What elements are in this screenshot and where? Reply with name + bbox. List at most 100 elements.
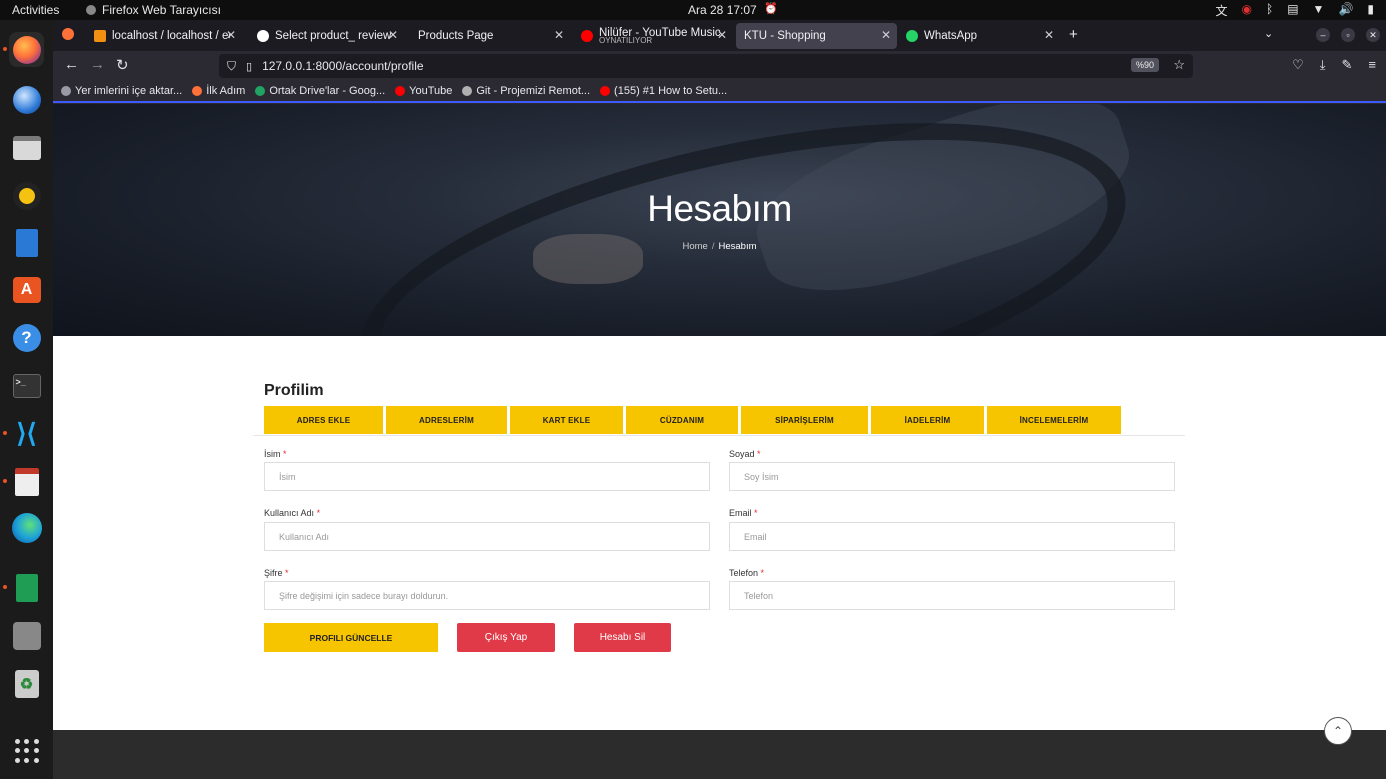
volume-icon[interactable]: 🔊: [1338, 2, 1353, 19]
vscode-icon[interactable]: ⟩⟨: [9, 416, 44, 451]
help-icon[interactable]: ?: [9, 320, 44, 355]
bookmark-git[interactable]: Git - Projemizi Remot...: [462, 85, 590, 97]
phpmyadmin-favicon: [94, 30, 106, 42]
list-tabs-icon[interactable]: ⌄: [1264, 27, 1273, 40]
forward-arrow-icon[interactable]: →: [90, 56, 105, 73]
extension-icon[interactable]: ✎: [1342, 57, 1353, 73]
bookmark-google-drive[interactable]: Ortak Drive'lar - Goog...: [255, 85, 385, 97]
ubuntu-dock: A ? >_ ⟩⟨ ♻: [0, 20, 53, 779]
bookmark-youtube[interactable]: YouTube: [395, 85, 452, 97]
calc-icon[interactable]: [9, 570, 44, 605]
page-icon[interactable]: ▯: [246, 60, 252, 73]
bookmark-import[interactable]: Yer imlerini içe aktar...: [61, 85, 182, 97]
back-arrow-icon[interactable]: ←: [64, 56, 79, 73]
bookmark-label: Git - Projemizi Remot...: [476, 85, 591, 97]
password-input[interactable]: Şifre değişimi için sadece burayı doldur…: [264, 581, 710, 610]
close-tab-icon[interactable]: ✕: [1044, 28, 1054, 42]
reload-icon[interactable]: ↻: [116, 56, 129, 74]
tab-bar: localhost / localhost / ecc ✕ Select pro…: [53, 20, 1386, 51]
required-mark: *: [757, 449, 761, 459]
bluetooth-icon[interactable]: ᛒ: [1266, 2, 1273, 19]
tab-kart-ekle[interactable]: KART EKLE: [510, 406, 623, 434]
rhythmbox-icon[interactable]: [9, 178, 44, 213]
required-mark: *: [316, 508, 321, 518]
battery-icon[interactable]: ▮: [1367, 2, 1374, 19]
thunderbird-icon[interactable]: [9, 82, 44, 117]
close-tab-icon[interactable]: ✕: [388, 28, 398, 42]
first-name-input[interactable]: İsim: [264, 462, 710, 491]
breadcrumb-home-link[interactable]: Home: [683, 241, 708, 252]
activities-button[interactable]: Activities: [12, 3, 59, 17]
firefox-icon[interactable]: [9, 32, 44, 67]
clock[interactable]: Ara 28 17:07: [688, 3, 757, 17]
google-drive-favicon: [255, 86, 266, 96]
app-indicator-icon[interactable]: ◉: [1242, 2, 1252, 19]
firefox-view-icon[interactable]: [62, 28, 74, 40]
first-name-label: İsim *: [264, 449, 287, 459]
system-tray[interactable]: 文 ◉ ᛒ ▤ ▼ 🔊 ▮: [1216, 2, 1375, 19]
last-name-input[interactable]: Soy İsim: [729, 462, 1175, 491]
delete-account-button[interactable]: Hesabı Sil: [574, 623, 671, 652]
files-icon[interactable]: [9, 130, 44, 165]
zoom-level-badge[interactable]: %90: [1130, 58, 1159, 72]
bookmarks-toolbar: Yer imlerini içe aktar... İlk Adım Ortak…: [53, 81, 1386, 103]
system-top-bar: Activities Firefox Web Tarayıcısı Ara 28…: [0, 0, 1386, 20]
downloads-icon[interactable]: ⤓: [1320, 57, 1326, 73]
close-tab-icon[interactable]: ✕: [554, 28, 564, 42]
bookmark-star-icon[interactable]: ☆: [1173, 57, 1185, 73]
username-label: Kullanıcı Adı *: [264, 508, 320, 518]
active-app-indicator[interactable]: Firefox Web Tarayıcısı: [86, 3, 221, 17]
url-text[interactable]: 127.0.0.1:8000/account/profile: [262, 59, 423, 73]
phone-input[interactable]: Telefon: [729, 581, 1175, 610]
close-window-icon[interactable]: ✕: [1366, 28, 1380, 42]
close-tab-icon[interactable]: ✕: [226, 28, 236, 42]
username-input[interactable]: Kullanıcı Adı: [264, 522, 710, 551]
required-mark: *: [285, 568, 289, 578]
shield-icon[interactable]: ⛉: [227, 59, 236, 74]
update-profile-button[interactable]: PROFILI GÜNCELLE: [264, 623, 438, 652]
tab-phpmyadmin[interactable]: localhost / localhost / ecc ✕: [86, 23, 242, 49]
bookmark-youtube-video[interactable]: (155) #1 How to Setu...: [600, 85, 727, 97]
url-bar[interactable]: ⛉ ▯ 127.0.0.1:8000/account/profile %90 ☆: [219, 54, 1193, 78]
tab-products-page[interactable]: Products Page ✕: [410, 23, 570, 49]
tab-whatsapp[interactable]: WhatsApp ✕: [898, 23, 1060, 49]
drive-icon[interactable]: [9, 618, 44, 653]
tab-adres-ekle[interactable]: ADRES EKLE: [264, 406, 383, 434]
close-tab-icon[interactable]: ✕: [717, 28, 727, 42]
tab-stackoverflow[interactable]: Select product_ review tc ✕: [249, 23, 404, 49]
wifi-icon[interactable]: ▼: [1313, 2, 1325, 19]
git-favicon: [462, 86, 473, 96]
tab-ktu-shopping[interactable]: KTU - Shopping ✕: [736, 23, 897, 49]
bookmark-label: (155) #1 How to Setu...: [614, 85, 728, 97]
translate-icon[interactable]: 文: [1216, 2, 1228, 19]
tab-cuzdanim[interactable]: CÜZDANIM: [626, 406, 738, 434]
menu-icon[interactable]: ≡: [1368, 57, 1376, 73]
tab-iadelerim[interactable]: İADELERİM: [871, 406, 984, 434]
email-input[interactable]: Email: [729, 522, 1175, 551]
clipboard-icon[interactable]: ▤: [1287, 2, 1298, 19]
bookmark-ilk-adim[interactable]: İlk Adım: [192, 85, 245, 97]
minimize-window-icon[interactable]: –: [1316, 28, 1330, 42]
pocket-icon[interactable]: ♡: [1292, 57, 1304, 73]
show-apps-icon[interactable]: [15, 739, 39, 763]
logout-button[interactable]: Çıkış Yap: [457, 623, 555, 652]
terminal-icon[interactable]: >_: [9, 368, 44, 403]
youtube-favicon: [395, 86, 406, 96]
tab-incelemelerim[interactable]: İNCELEMELERİM: [987, 406, 1121, 434]
tab-youtube-music[interactable]: Nilüfer - YouTube Music OYNATILIYOR ✕: [573, 23, 733, 49]
scroll-to-top-icon[interactable]: ⌃: [1324, 717, 1352, 745]
tab-adreslerim[interactable]: ADRESLERİM: [386, 406, 507, 434]
edge-icon[interactable]: [9, 510, 44, 545]
writer-icon[interactable]: [9, 225, 44, 260]
running-indicator: [3, 47, 7, 51]
tab-siparislerim[interactable]: SİPARİŞLERİM: [741, 406, 868, 434]
close-tab-icon[interactable]: ✕: [881, 28, 891, 42]
trash-icon[interactable]: ♻: [9, 666, 44, 701]
tab-title: WhatsApp: [924, 30, 978, 42]
maximize-window-icon[interactable]: ▫: [1341, 28, 1355, 42]
document-viewer-icon[interactable]: [9, 464, 44, 499]
software-center-icon[interactable]: A: [9, 272, 44, 307]
new-tab-icon[interactable]: +: [1069, 26, 1078, 43]
running-indicator: [3, 479, 7, 483]
alarm-icon: ⏰: [764, 3, 778, 15]
